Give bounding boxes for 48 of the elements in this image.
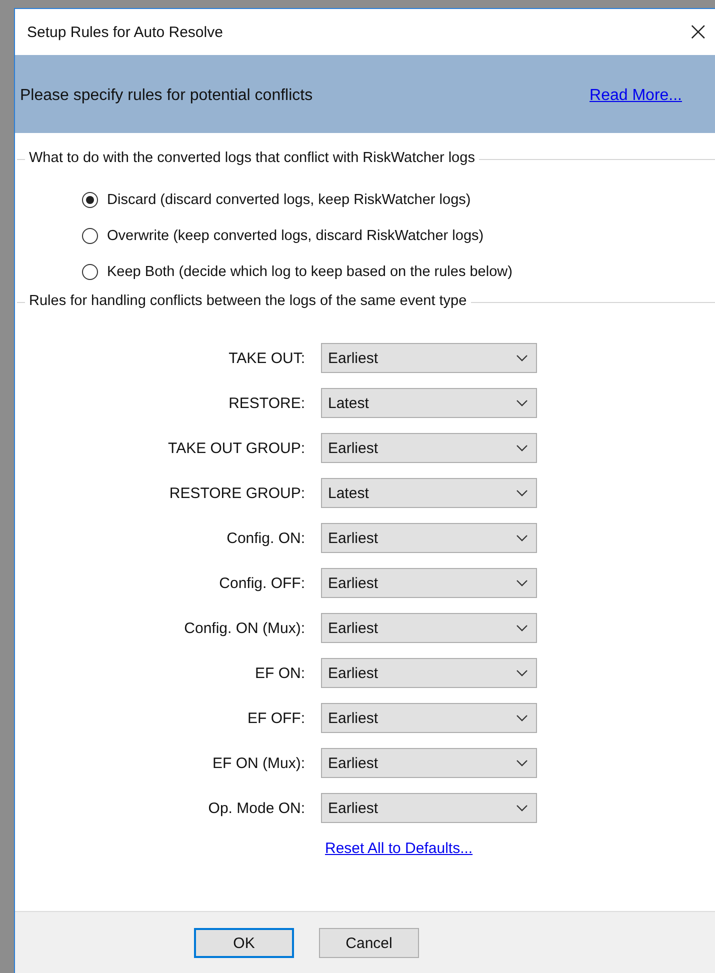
rule-dropdown[interactable]: Latest — [321, 388, 537, 418]
radio-button[interactable] — [82, 264, 98, 280]
rule-label: RESTORE GROUP: — [168, 484, 305, 502]
group-legend: What to do with the converted logs that conflict with RiskWatcher logs — [25, 150, 479, 166]
dialog-button[interactable]: Cancel — [319, 928, 419, 958]
window-title: Setup Rules for Auto Resolve — [27, 24, 223, 40]
chevron-down-icon — [516, 624, 528, 632]
radio-option[interactable]: Discard (discard converted logs, keep RiskWatcher logs) — [82, 192, 715, 208]
rule-label: EF ON (Mux): — [212, 754, 305, 772]
rule-label: Op. Mode ON: — [207, 800, 305, 816]
rule-dropdown[interactable]: Earliest — [321, 433, 537, 463]
rule-label: EF OFF: — [246, 710, 305, 726]
rule-dropdown[interactable]: Earliest — [321, 658, 537, 688]
header-text: Please specify rules for potential conflicts — [20, 87, 313, 105]
rule-dropdown[interactable]: Latest — [321, 478, 537, 508]
chevron-down-icon — [516, 534, 528, 542]
rule-label: Config. ON: — [226, 530, 305, 546]
radio-option[interactable]: Keep Both (decide which log to keep based on the rules below) — [82, 264, 715, 280]
chevron-down-icon — [516, 804, 528, 812]
rule-dropdown[interactable]: Earliest — [321, 523, 537, 553]
rule-label: Config. OFF: — [218, 574, 305, 592]
chevron-down-icon — [516, 759, 528, 767]
rule-dropdown[interactable]: Earliest — [321, 748, 537, 778]
chevron-down-icon — [516, 579, 528, 587]
radio-button[interactable] — [82, 192, 98, 208]
rule-label: EF ON: — [254, 664, 305, 682]
rule-dropdown[interactable]: Earliest — [321, 793, 537, 823]
chevron-down-icon — [516, 714, 528, 722]
dialog-button[interactable]: OK — [194, 928, 294, 958]
chevron-down-icon — [516, 669, 528, 677]
rule-label: Config. ON (Mux): — [183, 620, 305, 636]
chevron-down-icon — [516, 399, 528, 407]
chevron-down-icon — [516, 444, 528, 452]
chevron-down-icon — [516, 354, 528, 362]
close-button[interactable]: × — [681, 17, 715, 47]
read-more-link[interactable]: Read More... — [590, 87, 682, 105]
rule-dropdown[interactable]: Earliest — [321, 343, 537, 373]
rule-label: TAKE OUT: — [228, 350, 305, 366]
rule-dropdown[interactable]: Earliest — [321, 613, 537, 643]
radio-option[interactable]: Overwrite (keep converted logs, discard RiskWatcher logs) — [82, 228, 715, 244]
rule-label: RESTORE: — [228, 394, 305, 412]
rule-label: TAKE OUT GROUP: — [167, 440, 305, 456]
rule-dropdown[interactable]: Earliest — [321, 568, 537, 598]
chevron-down-icon — [516, 489, 528, 497]
reset-defaults-link[interactable]: Reset All to Defaults... — [325, 840, 473, 857]
radio-button[interactable] — [82, 228, 98, 244]
group-legend: Rules for handling conflicts between the logs of the same event type — [25, 293, 471, 309]
rule-dropdown[interactable]: Earliest — [321, 703, 537, 733]
